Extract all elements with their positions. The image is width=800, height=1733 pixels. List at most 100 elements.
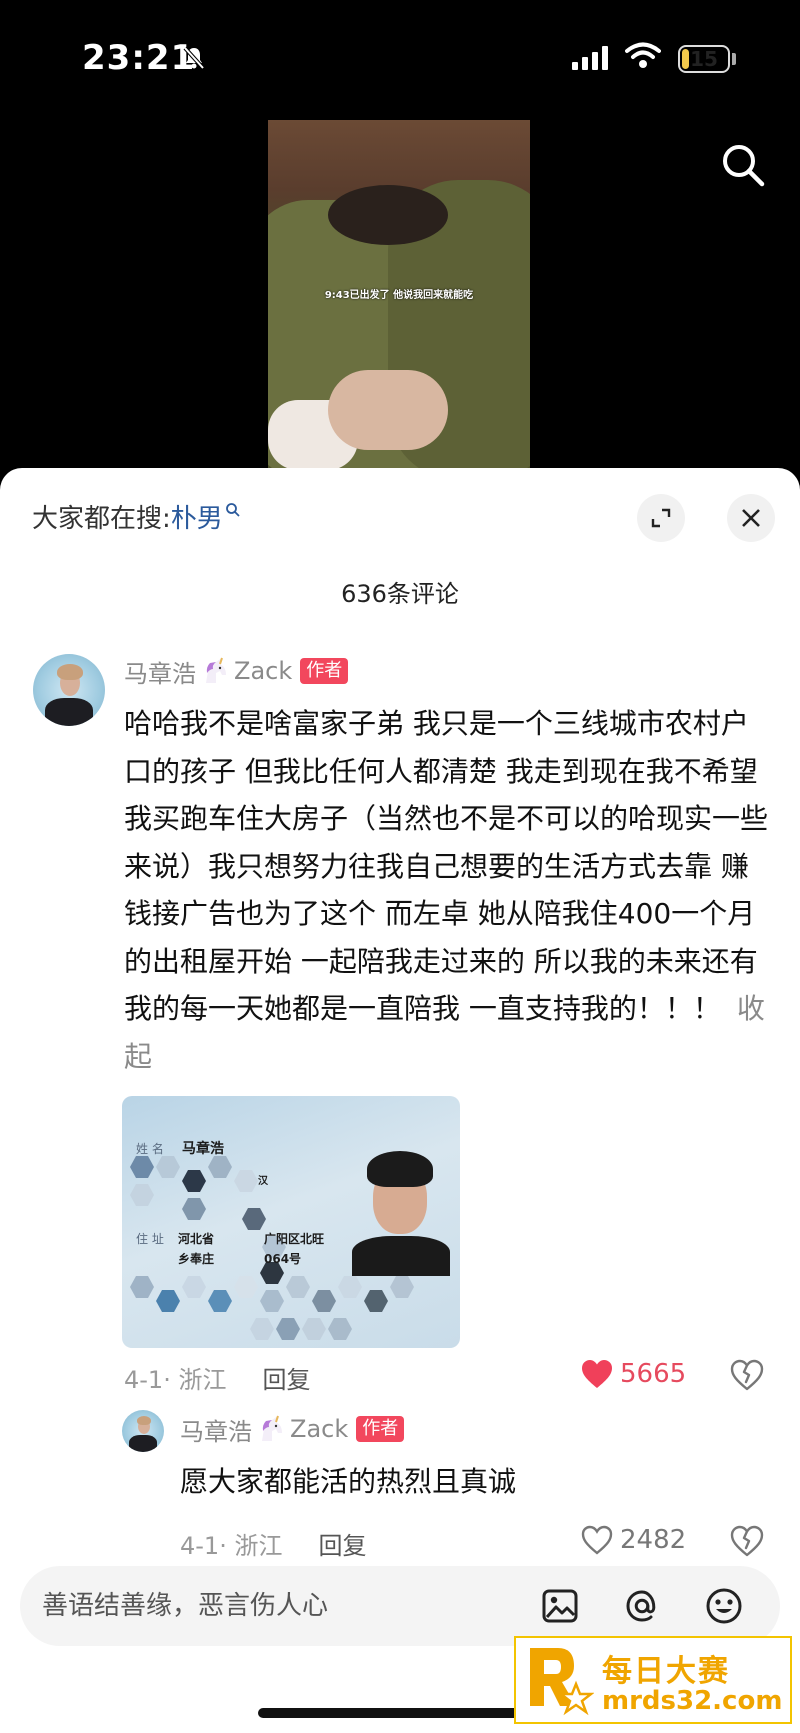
mosaic-cell bbox=[390, 1276, 414, 1298]
comment-text: 哈哈我不是啥富家子弟 我只是一个三线城市农村户口的孩子 但我比任何人都清楚 我走… bbox=[124, 700, 774, 1080]
mosaic-cell bbox=[286, 1276, 310, 1298]
mosaic-cell bbox=[312, 1290, 336, 1312]
id-name-value: 马章浩 bbox=[182, 1141, 224, 1157]
username-suffix[interactable]: Zack bbox=[234, 657, 292, 685]
unicorn-icon bbox=[262, 1415, 282, 1441]
username[interactable]: 马章浩 bbox=[124, 654, 196, 689]
video-player[interactable]: 9:43已出发了 他说我回来就能吃 bbox=[268, 120, 530, 470]
reply-text: 愿大家都能活的热烈且真诚 bbox=[180, 1465, 517, 1498]
broken-heart-icon[interactable] bbox=[730, 1358, 764, 1392]
author-badge: 作者 bbox=[300, 658, 349, 684]
like-count: 5665 bbox=[620, 1359, 687, 1389]
like-button[interactable]: 2482 bbox=[580, 1524, 686, 1556]
mention-icon[interactable] bbox=[622, 1586, 662, 1626]
comment-image[interactable]: 姓 名 马章浩 汉 住 址 河北省 广阳区北旺 乡奉庄 064号 bbox=[122, 1096, 460, 1348]
emoji-icon[interactable] bbox=[704, 1586, 744, 1626]
comment-body: 哈哈我不是啥富家子弟 我只是一个三线城市农村户口的孩子 但我比任何人都清楚 我走… bbox=[124, 707, 769, 1025]
comment-meta: 4-1· 浙江 回复 bbox=[124, 1360, 310, 1395]
avatar-figure bbox=[45, 698, 93, 726]
expand-icon bbox=[651, 508, 671, 528]
mosaic-cell bbox=[156, 1290, 180, 1312]
wifi-icon bbox=[625, 42, 661, 68]
mosaic-cell bbox=[364, 1290, 388, 1312]
video-scene bbox=[328, 370, 448, 450]
bell-muted-icon bbox=[183, 46, 205, 70]
id-name-label: 姓 名 bbox=[136, 1142, 164, 1156]
search-icon bbox=[225, 503, 240, 517]
reply-button[interactable]: 回复 bbox=[318, 1526, 366, 1561]
comment-header: 马章浩 Zack 作者 bbox=[124, 654, 349, 689]
heart-outline-icon bbox=[581, 1525, 613, 1555]
id-address-line1-left: 河北省 bbox=[178, 1232, 215, 1246]
mosaic-cell bbox=[302, 1318, 326, 1340]
id-fragment: 汉 bbox=[258, 1176, 268, 1187]
expand-button[interactable] bbox=[637, 494, 685, 542]
search-icon[interactable] bbox=[720, 142, 766, 188]
comments-sheet: 大家都在搜:朴男 636条评论 马章浩 Zack 作者 哈哈我不是啥富家子弟 我… bbox=[0, 468, 800, 1733]
username[interactable]: 马章浩 bbox=[180, 1412, 252, 1447]
reply-header: 马章浩 Zack 作者 bbox=[180, 1412, 405, 1447]
reply-button[interactable]: 回复 bbox=[262, 1360, 310, 1395]
close-button[interactable] bbox=[727, 494, 775, 542]
heart-filled-icon bbox=[582, 1360, 612, 1388]
id-address-line2-left: 乡奉庄 bbox=[178, 1252, 215, 1266]
mosaic-cell bbox=[130, 1184, 154, 1206]
avatar-figure bbox=[57, 664, 83, 680]
mosaic-cell bbox=[234, 1170, 258, 1192]
comment-date-location: 4-1· 浙江 bbox=[124, 1366, 227, 1394]
home-indicator[interactable] bbox=[258, 1708, 542, 1718]
hot-search-prefix: 大家都在搜: bbox=[32, 504, 171, 534]
mosaic-cell bbox=[328, 1318, 352, 1340]
watermark-url: mrds32.com bbox=[602, 1686, 783, 1716]
reply-date-location: 4-1· 浙江 bbox=[180, 1532, 283, 1560]
mosaic-cell bbox=[182, 1276, 206, 1298]
video-caption: 9:43已出发了 他说我回来就能吃 bbox=[324, 290, 474, 301]
mosaic-cell bbox=[234, 1276, 258, 1298]
broken-heart-icon[interactable] bbox=[730, 1524, 764, 1558]
watermark-logo-icon bbox=[530, 1648, 594, 1716]
battery-indicator: 15 bbox=[678, 45, 730, 73]
status-time: 23:21 bbox=[82, 38, 196, 78]
close-icon bbox=[742, 509, 760, 527]
video-scene bbox=[328, 185, 448, 245]
avatar-figure bbox=[137, 1416, 151, 1425]
battery-cap bbox=[732, 53, 736, 65]
avatar[interactable] bbox=[122, 1410, 164, 1452]
author-badge: 作者 bbox=[356, 1416, 405, 1442]
unicorn-icon bbox=[206, 657, 226, 683]
mosaic-cell bbox=[242, 1208, 266, 1230]
image-icon[interactable] bbox=[540, 1586, 580, 1626]
like-count: 2482 bbox=[620, 1525, 687, 1555]
id-address-line2-right: 064号 bbox=[264, 1252, 302, 1266]
avatar[interactable] bbox=[33, 654, 105, 726]
comment-input-bar bbox=[20, 1566, 780, 1646]
mosaic-cell bbox=[338, 1276, 362, 1298]
mosaic-cell bbox=[182, 1170, 206, 1192]
mosaic-cell bbox=[260, 1290, 284, 1312]
hot-search-term[interactable]: 朴男 bbox=[171, 504, 223, 534]
cellular-signal-icon bbox=[572, 46, 608, 70]
id-photo bbox=[367, 1151, 433, 1187]
mosaic-cell bbox=[208, 1156, 232, 1178]
mosaic-cell bbox=[250, 1318, 274, 1340]
comment-input[interactable] bbox=[42, 1566, 502, 1646]
id-address-line1-right: 广阳区北旺 bbox=[264, 1232, 325, 1246]
id-address-label: 住 址 bbox=[136, 1232, 164, 1246]
id-photo bbox=[352, 1236, 450, 1276]
mosaic-cell bbox=[130, 1276, 154, 1298]
mosaic-cell bbox=[208, 1290, 232, 1312]
reply-meta: 4-1· 浙江 回复 bbox=[180, 1526, 366, 1561]
status-bar: 23:21 15 bbox=[0, 0, 800, 110]
mosaic-cell bbox=[130, 1156, 154, 1178]
mosaic-cell bbox=[182, 1198, 206, 1220]
username-suffix[interactable]: Zack bbox=[290, 1415, 348, 1443]
battery-level: 15 bbox=[690, 47, 718, 71]
like-button[interactable]: 5665 bbox=[580, 1358, 686, 1390]
avatar-figure bbox=[129, 1435, 157, 1452]
comment-count: 636条评论 bbox=[341, 580, 459, 608]
hot-search[interactable]: 大家都在搜:朴男 bbox=[32, 498, 241, 535]
watermark-title: 每日大赛 bbox=[602, 1654, 730, 1689]
mosaic-cell bbox=[276, 1318, 300, 1340]
mosaic-cell bbox=[156, 1156, 180, 1178]
watermark: 每日大赛 mrds32.com bbox=[514, 1636, 792, 1724]
